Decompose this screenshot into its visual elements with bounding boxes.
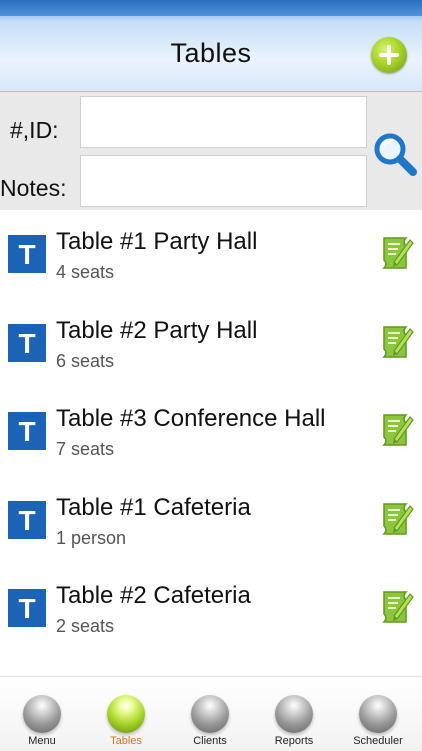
reports-icon: [275, 695, 313, 733]
menu-icon: [23, 695, 61, 733]
tab-label: Menu: [28, 735, 56, 747]
table-t-icon: T: [8, 412, 46, 451]
search-icon[interactable]: [372, 130, 418, 178]
edit-icon[interactable]: [380, 232, 414, 272]
table-title: Table #2 Cafeteria: [56, 582, 251, 610]
table-seats: 6 seats: [56, 350, 115, 371]
tables-icon: [107, 695, 145, 733]
table-row[interactable]: T Table #3 Conference Hall 7 seats: [0, 387, 422, 476]
table-row[interactable]: T Table #1 Party Hall 4 seats: [0, 210, 422, 299]
table-t-icon: T: [8, 500, 46, 539]
tab-reports[interactable]: Reports: [252, 677, 336, 751]
table-row[interactable]: T Table #2 Party Hall 6 seats: [0, 299, 422, 388]
table-list: T Table #1 Party Hall 4 seats T Table #2…: [0, 210, 422, 653]
edit-icon[interactable]: [380, 498, 414, 538]
tab-clients[interactable]: Clients: [168, 677, 252, 751]
table-row[interactable]: T Table #1 Cafeteria 1 person: [0, 476, 422, 565]
header-top-strip: [0, 0, 422, 16]
tab-menu[interactable]: Menu: [0, 677, 84, 751]
tab-tables[interactable]: Tables: [84, 677, 168, 751]
table-t-icon: T: [8, 589, 46, 628]
tab-label: Tables: [110, 735, 142, 747]
table-title: Table #1 Party Hall: [56, 228, 258, 255]
page-title: Tables: [170, 38, 252, 68]
scheduler-icon: [359, 695, 397, 733]
notes-input[interactable]: [80, 155, 367, 207]
edit-icon[interactable]: [380, 321, 414, 361]
table-t-icon: T: [8, 323, 46, 362]
table-title: Table #3 Conference Hall: [56, 405, 326, 433]
clients-icon: [191, 695, 229, 733]
tab-label: Clients: [193, 735, 227, 747]
search-form: #,ID: Notes:: [0, 92, 422, 210]
table-seats: 4 seats: [56, 262, 115, 282]
add-table-button[interactable]: [371, 37, 407, 73]
edit-icon[interactable]: [380, 409, 414, 449]
table-seats: 7 seats: [56, 439, 115, 460]
table-seats: 2 seats: [56, 616, 115, 637]
notes-label: Notes:: [0, 175, 67, 201]
table-seats: 1 person: [56, 527, 127, 548]
edit-icon[interactable]: [380, 586, 414, 626]
tab-label: Scheduler: [353, 735, 403, 747]
header-bar: Tables: [0, 0, 422, 92]
table-row[interactable]: T Table #2 Cafeteria 2 seats: [0, 564, 422, 653]
table-title: Table #2 Party Hall: [56, 316, 258, 344]
tab-scheduler[interactable]: Scheduler: [336, 677, 420, 751]
table-t-icon: T: [8, 235, 46, 273]
id-input[interactable]: [80, 96, 367, 148]
bottom-tab-bar: Menu Tables Clients Reports Scheduler: [0, 676, 422, 751]
id-label: #,ID:: [10, 117, 59, 143]
table-title: Table #1 Cafeteria: [56, 493, 251, 521]
tab-label: Reports: [274, 735, 314, 747]
